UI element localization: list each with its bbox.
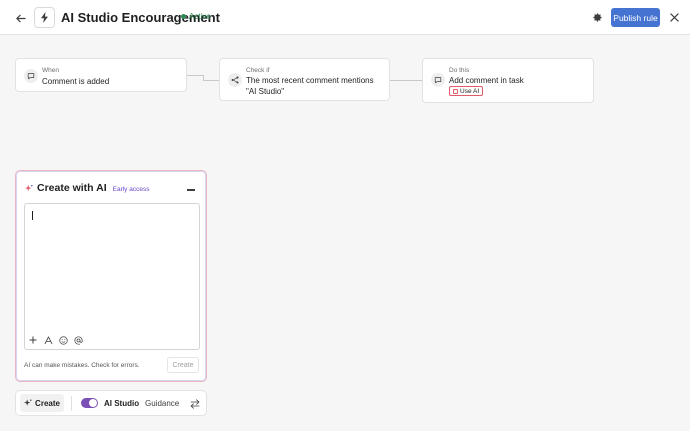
- condition-card[interactable]: Check if The most recent comment mention…: [219, 58, 390, 101]
- status-badge: Active: [181, 12, 211, 21]
- ai-prompt-input[interactable]: [24, 203, 200, 350]
- trigger-card[interactable]: When Comment is added: [15, 58, 187, 92]
- sparkle-icon: [25, 184, 33, 191]
- early-access-badge: Early access: [112, 185, 150, 193]
- status-label: Active: [189, 12, 211, 21]
- use-ai-badge[interactable]: Use AI: [449, 86, 484, 96]
- ai-panel-header: Create with AI Early access: [25, 182, 149, 194]
- status-dot: [181, 14, 186, 19]
- swap-arrows-icon[interactable]: [189, 398, 201, 410]
- ai-panel-title: Create with AI: [37, 182, 107, 194]
- connector-line: [390, 80, 422, 81]
- top-bar: AI Studio Encouragement Active Publish r…: [0, 0, 690, 35]
- toolbar-divider: [71, 396, 72, 411]
- condition-text-line2: "AI Studio": [246, 87, 285, 96]
- connector-line: [203, 80, 219, 81]
- bottom-toolbar: Create AI Studio Guidance: [15, 390, 207, 416]
- text-caret: [32, 211, 33, 220]
- gear-icon[interactable]: [589, 9, 605, 25]
- condition-text-line1: The most recent comment mentions: [246, 76, 374, 85]
- comment-icon: [431, 73, 445, 87]
- trigger-label: When: [42, 67, 59, 74]
- publish-rule-button[interactable]: Publish rule: [611, 8, 660, 27]
- action-card[interactable]: Do this Add comment in task Use AI: [422, 58, 594, 103]
- condition-label: Check if: [246, 67, 270, 74]
- composer-toolbar: [28, 335, 83, 345]
- use-ai-label: Use AI: [460, 87, 480, 95]
- action-label: Do this: [449, 67, 470, 74]
- sparkle-icon: [24, 399, 32, 406]
- back-arrow-icon[interactable]: [11, 9, 29, 27]
- create-tab-label: Create: [35, 398, 60, 408]
- create-tab[interactable]: Create: [20, 394, 64, 412]
- comment-icon: [24, 69, 38, 83]
- ai-studio-toggle[interactable]: [81, 398, 98, 408]
- connector-line: [187, 75, 203, 76]
- create-submit-button[interactable]: Create: [167, 357, 199, 373]
- trigger-text: Comment is added: [42, 77, 110, 86]
- lightning-bolt-icon: [34, 7, 55, 28]
- ai-badge-icon: [453, 88, 458, 94]
- plus-icon[interactable]: [28, 335, 38, 345]
- mention-icon[interactable]: [73, 335, 83, 345]
- toggle-knob: [89, 399, 97, 407]
- close-icon[interactable]: [666, 9, 682, 25]
- branch-icon: [228, 73, 242, 87]
- ai-disclaimer: AI can make mistakes. Check for errors.: [24, 362, 140, 369]
- ai-studio-label: AI Studio: [104, 399, 140, 408]
- emoji-icon[interactable]: [58, 335, 68, 345]
- create-with-ai-panel: Create with AI Early access AI can make …: [15, 170, 207, 382]
- text-format-icon[interactable]: [43, 335, 53, 345]
- minimize-icon[interactable]: [187, 189, 195, 191]
- action-text: Add comment in task: [449, 76, 524, 85]
- guidance-tab[interactable]: Guidance: [145, 399, 179, 408]
